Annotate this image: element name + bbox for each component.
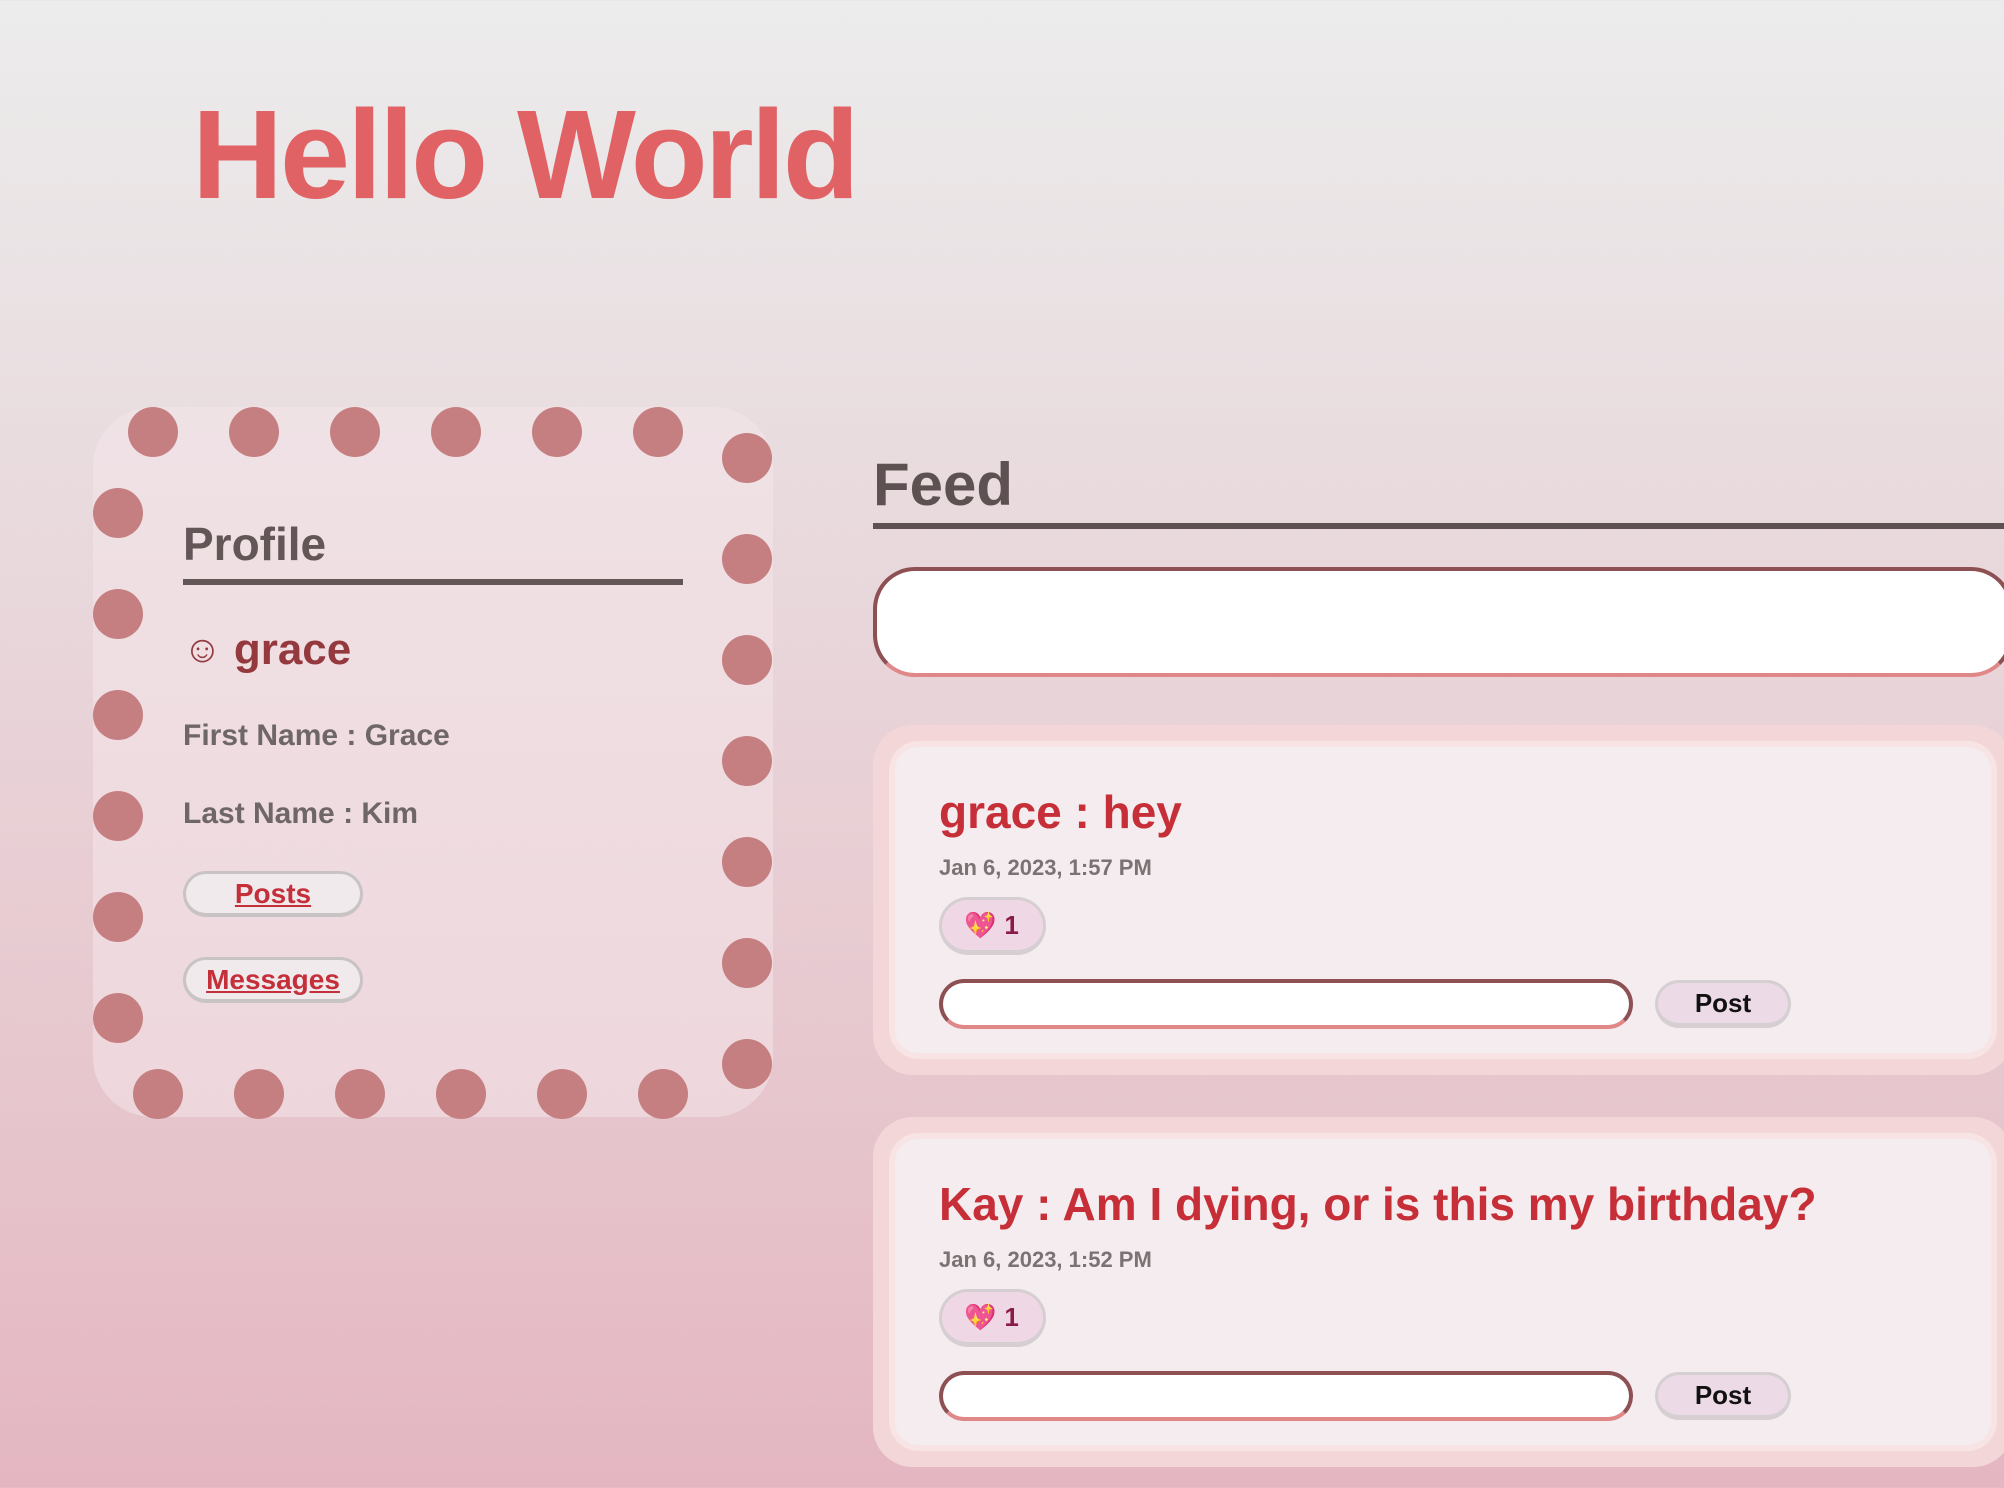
comment-row: Post <box>939 979 1991 1029</box>
decor-dot <box>330 407 380 457</box>
post-title: Kay : Am I dying, or is this my birthday… <box>939 1178 1817 1230</box>
decor-dot <box>335 1069 385 1119</box>
username-row: ☺ grace <box>183 625 683 675</box>
decor-dot <box>722 938 772 988</box>
decor-dot <box>234 1069 284 1119</box>
decor-dot <box>722 635 772 685</box>
decor-dot <box>532 407 582 457</box>
post-card: Kay : Am I dying, or is this my birthday… <box>873 1117 2004 1467</box>
decor-dot <box>722 534 772 584</box>
profile-content: Profile ☺ grace First Name : Grace Last … <box>183 517 683 1003</box>
feed-section: Feed grace : hey Jan 6, 2023, 1:57 PM 💖 … <box>873 450 2004 1467</box>
decor-dot <box>229 407 279 457</box>
post-card-inner: grace : hey Jan 6, 2023, 1:57 PM 💖 1 Pos… <box>889 741 1997 1059</box>
reaction-count: 1 <box>1004 1301 1019 1332</box>
decor-dot <box>93 488 143 538</box>
reaction-count: 1 <box>1004 909 1019 940</box>
decor-dot <box>93 589 143 639</box>
decor-dot <box>93 791 143 841</box>
profile-card: Profile ☺ grace First Name : Grace Last … <box>93 407 773 1119</box>
posts-link[interactable]: Posts <box>183 871 363 917</box>
decor-dot <box>722 433 772 483</box>
decor-dot <box>722 837 772 887</box>
post-timestamp: Jan 6, 2023, 1:57 PM <box>939 855 1152 880</box>
last-name-text: Last Name : Kim <box>183 797 419 830</box>
post-card-inner: Kay : Am I dying, or is this my birthday… <box>889 1133 1997 1451</box>
decor-dot <box>93 993 143 1043</box>
decor-dot <box>128 407 178 457</box>
decor-dot <box>537 1069 587 1119</box>
new-post-input[interactable] <box>873 567 2004 677</box>
profile-heading: Profile <box>183 517 683 585</box>
post-comment-button[interactable]: Post <box>1655 1372 1791 1420</box>
reaction-button[interactable]: 💖 1 <box>939 1289 1046 1347</box>
decor-dot <box>93 690 143 740</box>
decor-dot <box>638 1069 688 1119</box>
decor-dot <box>133 1069 183 1119</box>
decor-dot <box>722 736 772 786</box>
comment-input[interactable] <box>939 979 1633 1029</box>
feed-heading: Feed <box>873 450 2004 529</box>
reaction-button[interactable]: 💖 1 <box>939 897 1046 955</box>
decor-dot <box>431 407 481 457</box>
decor-dot <box>93 892 143 942</box>
post-card: grace : hey Jan 6, 2023, 1:57 PM 💖 1 Pos… <box>873 725 2004 1075</box>
decor-dot <box>722 1039 772 1089</box>
comment-input[interactable] <box>939 1371 1633 1421</box>
decor-dot <box>436 1069 486 1119</box>
heart-icon: 💖 <box>964 1301 997 1332</box>
messages-link[interactable]: Messages <box>183 957 363 1003</box>
post-timestamp: Jan 6, 2023, 1:52 PM <box>939 1247 1152 1272</box>
username: grace <box>233 625 352 674</box>
post-title: grace : hey <box>939 786 1182 838</box>
comment-row: Post <box>939 1371 1991 1421</box>
first-name-text: First Name : Grace <box>183 719 450 752</box>
page-title: Hello World <box>192 84 860 225</box>
post-comment-button[interactable]: Post <box>1655 980 1791 1028</box>
decor-dot <box>633 407 683 457</box>
smile-icon: ☺ <box>183 629 222 671</box>
heart-icon: 💖 <box>964 909 997 940</box>
